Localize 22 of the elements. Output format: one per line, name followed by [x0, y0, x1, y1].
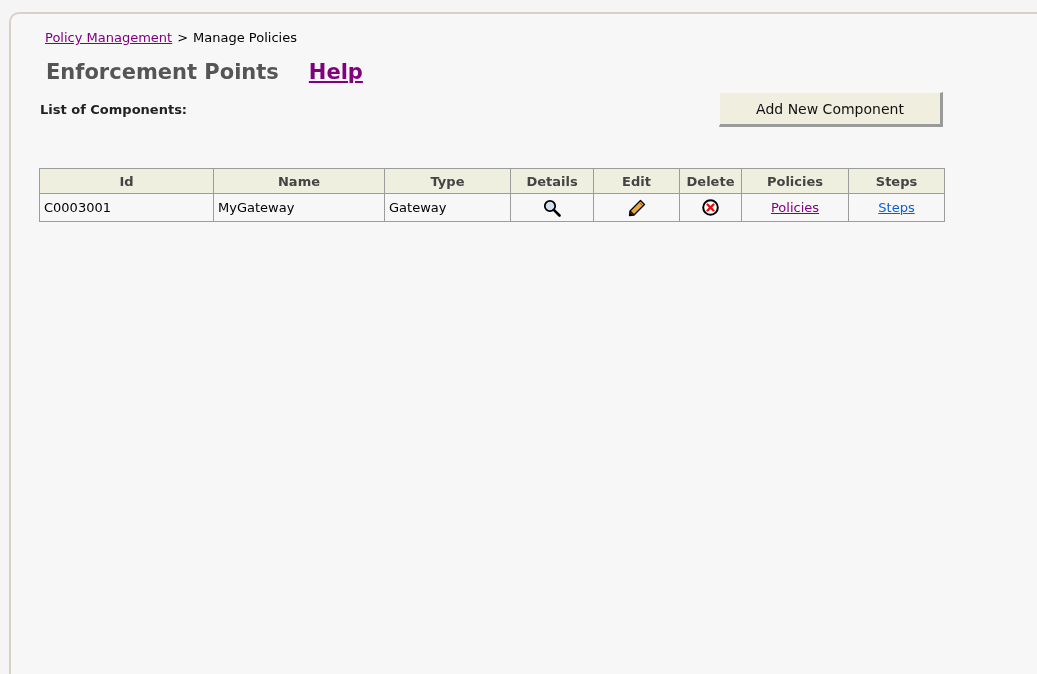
magnifier-icon[interactable]	[543, 198, 561, 217]
table-cell: C0003001	[44, 200, 111, 215]
list-label: List of Components:	[40, 102, 188, 117]
add-component-button[interactable]: Add New Component	[719, 92, 943, 127]
pencil-icon[interactable]	[627, 198, 646, 217]
column-header: Policies	[741, 168, 849, 194]
circle-x-icon[interactable]	[702, 199, 719, 216]
table-cell: Gateway	[389, 200, 447, 215]
column-header: Name	[213, 168, 385, 194]
table-cell: MyGateway	[218, 200, 295, 215]
column-header: Details	[510, 168, 594, 194]
column-header: Delete	[679, 168, 742, 194]
breadcrumb-current: Manage Policies	[193, 30, 297, 46]
breadcrumb-separator: >	[177, 30, 189, 46]
help-link[interactable]: Help	[308, 60, 363, 84]
breadcrumb-link[interactable]: Policy Management	[45, 30, 173, 46]
column-header: Type	[384, 168, 511, 194]
column-header: Edit	[593, 168, 680, 194]
column-header: Id	[39, 168, 214, 194]
page-title: Enforcement Points	[46, 60, 279, 84]
column-header: Steps	[848, 168, 945, 194]
table-link[interactable]: Steps	[878, 200, 915, 215]
